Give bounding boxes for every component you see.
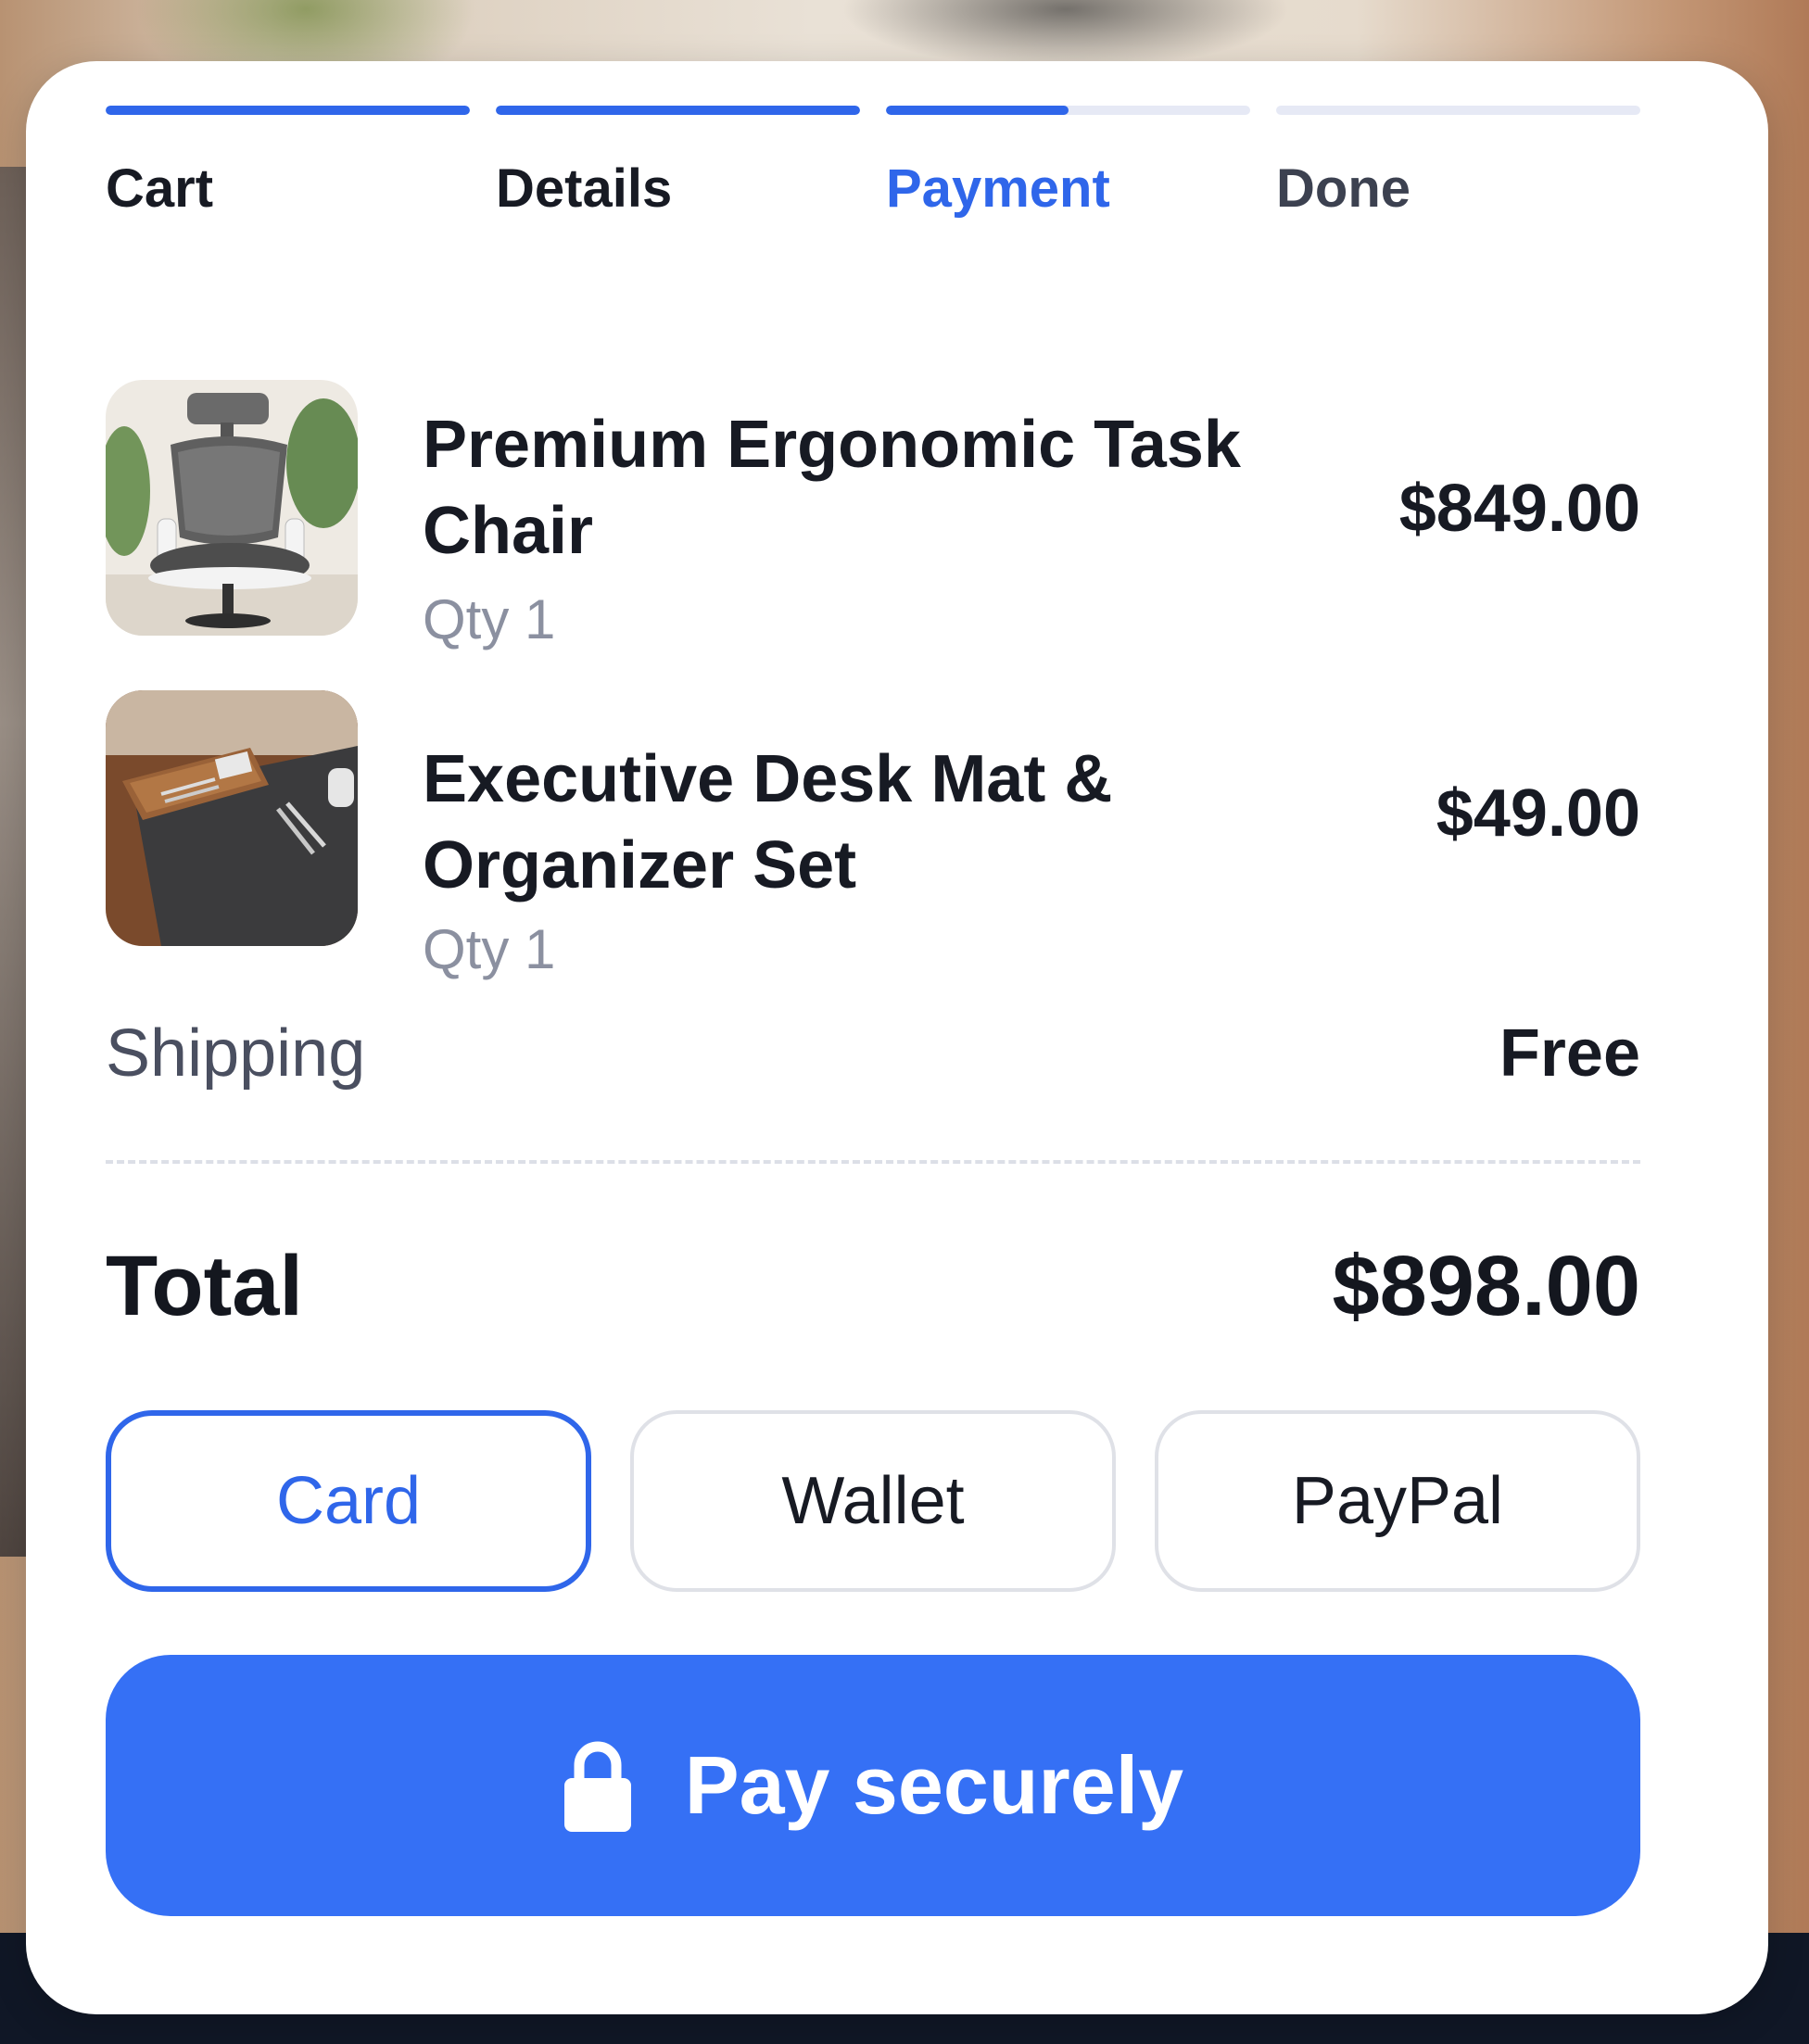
shipping-label: Shipping — [106, 1016, 366, 1091]
shipping-value: Free — [1499, 1016, 1640, 1091]
step-cart-fill — [106, 106, 470, 115]
cart-item: Executive Desk Mat & Organizer Set Qty 1… — [106, 690, 1640, 987]
payment-method-paypal[interactable]: PayPal — [1155, 1410, 1640, 1592]
step-details: Details — [496, 106, 860, 235]
step-details-fill — [496, 106, 860, 115]
step-details-label: Details — [496, 158, 673, 219]
payment-methods: Card Wallet PayPal — [106, 1410, 1640, 1592]
office-chair-image — [106, 380, 358, 636]
item-name: Executive Desk Mat & Organizer Set — [423, 742, 1113, 902]
step-done: Done — [1276, 106, 1640, 235]
step-cart-track — [106, 106, 470, 115]
item-quantity: Qty 1 — [423, 918, 556, 980]
cart-item: Premium Ergonomic Task Chair Qty 1 $849.… — [106, 380, 1640, 667]
item-quantity: Qty 1 — [423, 588, 556, 650]
pay-button-label: Pay securely — [684, 1739, 1184, 1831]
checkout-stepper: Cart Details Payment Done — [106, 106, 1640, 235]
item-price: $849.00 — [1398, 472, 1640, 546]
step-payment-track — [886, 106, 1250, 115]
item-name: Premium Ergonomic Task Chair — [423, 408, 1241, 568]
payment-method-wallet[interactable]: Wallet — [630, 1410, 1116, 1592]
shipping-row: Shipping Free — [106, 1016, 1640, 1099]
desk-mat-image — [106, 690, 358, 946]
item-price: $49.00 — [1436, 776, 1640, 851]
step-payment-label: Payment — [886, 158, 1110, 219]
total-value: $898.00 — [1332, 1239, 1640, 1333]
lock-icon — [563, 1741, 631, 1832]
step-payment-fill — [886, 106, 1069, 115]
step-payment: Payment — [886, 106, 1250, 235]
pay-securely-button[interactable]: Pay securely — [106, 1655, 1640, 1916]
total-label: Total — [106, 1239, 303, 1333]
step-done-label: Done — [1276, 158, 1411, 219]
step-cart: Cart — [106, 106, 470, 235]
step-details-track — [496, 106, 860, 115]
payment-method-card[interactable]: Card — [106, 1410, 591, 1592]
step-cart-label: Cart — [106, 158, 214, 219]
step-done-track — [1276, 106, 1640, 115]
summary-divider — [106, 1160, 1640, 1164]
total-row: Total $898.00 — [106, 1238, 1640, 1340]
